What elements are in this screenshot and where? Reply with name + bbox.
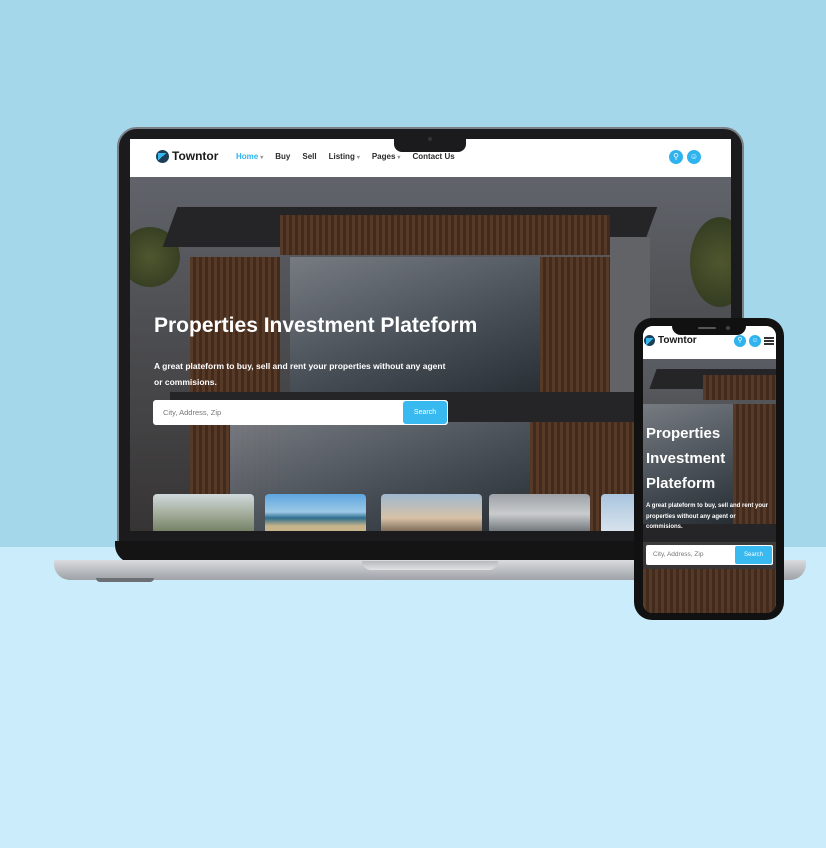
city-thumbnail[interactable] [265,494,366,531]
nav-item-listing[interactable]: Listing ▾ [329,152,360,161]
logo-icon [156,149,169,163]
search-bar: City, Address, Zip Search [153,400,448,425]
laptop-groove [362,561,498,570]
search-icon[interactable]: ⚲ [734,335,746,347]
search-input[interactable]: City, Address, Zip [163,408,221,417]
hero-subtitle: A great plateform to buy, sell and rent … [154,361,446,387]
nav-label: Pages [371,152,396,161]
laptop-camera-notch [394,130,466,152]
search-icon[interactable]: ⚲ [669,150,683,164]
user-icon[interactable]: ☺ [687,150,701,164]
user-icon[interactable]: ☺ [749,335,761,347]
nav-item-contact[interactable]: Contact Us [412,152,454,161]
city-thumbnail[interactable] [381,494,482,531]
hero-title: Properties Investment Plateform [154,314,478,337]
laptop-foot [96,578,154,582]
title-line: Plateform [646,475,716,492]
main-nav: Home ▾ Buy Sell Listing ▾ Pages ▾ Contact U… [236,152,455,161]
brand-logo[interactable]: Towntor [156,149,218,163]
search-input[interactable]: City, Address, Zip [653,551,703,558]
brand-name: Towntor [658,335,697,346]
mobile-search-bar: City, Address, Zip Search [646,545,773,565]
title-line: Properties [646,425,721,442]
nav-item-pages[interactable]: Pages ▾ [372,152,401,161]
chevron-down-icon: ▾ [397,155,401,161]
title-line: Investment [646,450,726,467]
menu-icon[interactable] [764,337,774,345]
phone-notch [672,320,746,335]
mobile-header-actions: ⚲ ☺ [734,335,774,347]
search-button[interactable]: Search [735,546,772,564]
nav-label: Listing [328,152,355,161]
mobile-hero-title: Properties Investment Plateform [646,421,766,496]
mobile-hero-subtitle: A great plateform to buy, sell and rent … [646,503,769,530]
brand-logo[interactable]: Towntor [644,335,697,346]
brand-name: Towntor [172,149,219,163]
search-button[interactable]: Search [403,401,447,424]
nav-item-home[interactable]: Home ▾ [236,152,263,161]
mobile-hero: Properties Investment Plateform A great … [643,359,776,613]
phone-screen: Towntor ⚲ ☺ Properties Investment Platef… [643,326,776,613]
nav-label: Home [236,152,259,161]
nav-item-sell[interactable]: Sell [302,152,316,161]
chevron-down-icon: ▾ [356,155,360,161]
city-thumbnail[interactable] [153,494,254,531]
chevron-down-icon: ▾ [260,155,264,161]
logo-icon [644,335,655,346]
header-actions: ⚲ ☺ [669,150,701,164]
city-thumbnail[interactable] [489,494,590,531]
nav-item-buy[interactable]: Buy [275,152,290,161]
